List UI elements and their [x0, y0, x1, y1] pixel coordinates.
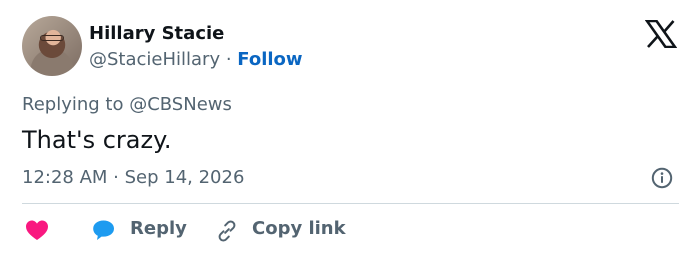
- x-logo-icon[interactable]: [645, 20, 677, 48]
- replying-to: Replying to @CBSNews: [22, 94, 232, 116]
- avatar[interactable]: [22, 16, 82, 76]
- author-handle-line: @StacieHillary · Follow: [89, 49, 303, 71]
- speech-bubble-icon[interactable]: [92, 219, 116, 241]
- link-icon[interactable]: [215, 219, 239, 243]
- reply-button[interactable]: Reply: [130, 217, 187, 241]
- tweet-text: That's crazy.: [22, 126, 172, 154]
- replying-target[interactable]: @CBSNews: [129, 94, 232, 115]
- author-handle[interactable]: @StacieHillary: [89, 49, 220, 70]
- replying-prefix: Replying to: [22, 94, 130, 115]
- heart-icon[interactable]: [25, 219, 49, 241]
- info-icon[interactable]: [651, 167, 673, 189]
- avatar-glasses: [40, 35, 64, 41]
- copy-link-button[interactable]: Copy link: [252, 217, 346, 241]
- tweet-card: Hillary Stacie @StacieHillary · Follow R…: [0, 0, 700, 256]
- follow-button[interactable]: Follow: [237, 49, 302, 70]
- author-name[interactable]: Hillary Stacie: [89, 23, 224, 45]
- divider: [22, 203, 679, 204]
- handle-separator: ·: [220, 49, 238, 70]
- tweet-timestamp[interactable]: 12:28 AM · Sep 14, 2026: [22, 167, 244, 189]
